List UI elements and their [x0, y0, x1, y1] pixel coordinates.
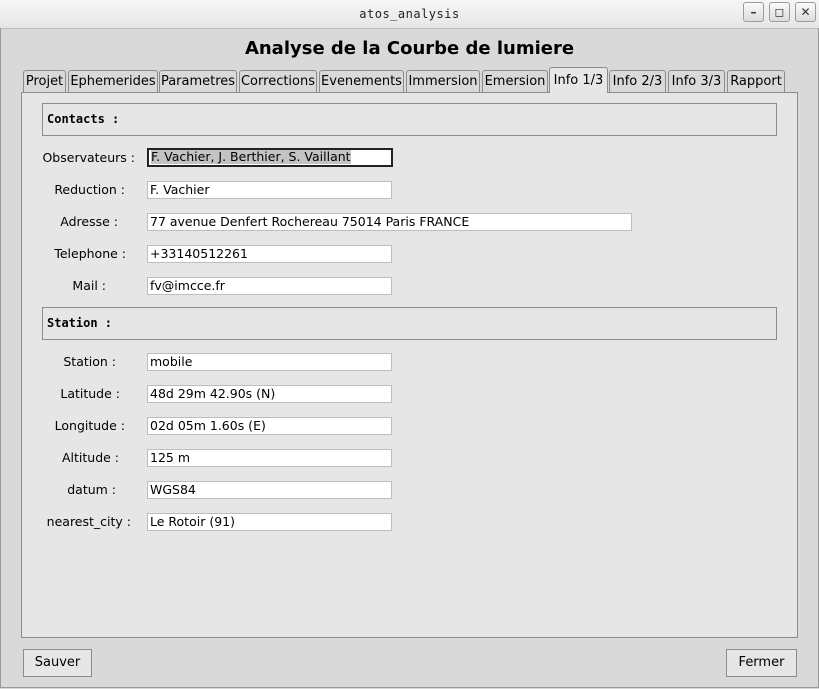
telephone-input[interactable]: +33140512261 — [147, 245, 392, 263]
contacts-header: Contacts : — [42, 103, 777, 136]
nearest-city-input[interactable]: Le Rotoir (91) — [147, 513, 392, 531]
tab-emersion[interactable]: Emersion — [482, 70, 548, 92]
save-button[interactable]: Sauver — [23, 649, 92, 677]
tab-panel — [21, 92, 798, 638]
latitude-label: Latitude : — [60, 386, 120, 401]
window-title: atos_analysis — [359, 7, 460, 21]
tab-projet[interactable]: Projet — [23, 70, 66, 92]
longitude-input[interactable]: 02d 05m 1.60s (E) — [147, 417, 392, 435]
altitude-label: Altitude : — [61, 450, 119, 465]
longitude-label: Longitude : — [54, 418, 125, 433]
station-input[interactable]: mobile — [147, 353, 392, 371]
datum-label: datum : — [67, 482, 116, 497]
observateurs-value: F. Vachier, J. Berthier, S. Vaillant — [151, 149, 351, 164]
adresse-input[interactable]: 77 avenue Denfert Rochereau 75014 Paris … — [147, 213, 632, 231]
tab-evenements[interactable]: Evenements — [319, 70, 404, 92]
tab-parametres[interactable]: Parametres — [159, 70, 237, 92]
telephone-label: Telephone : — [54, 246, 126, 261]
datum-input[interactable]: WGS84 — [147, 481, 392, 499]
tab-info-3[interactable]: Info 3/3 — [668, 70, 725, 92]
tab-ephemerides[interactable]: Ephemerides — [68, 70, 158, 92]
maximize-icon[interactable]: ◻ — [769, 2, 790, 22]
tab-immersion[interactable]: Immersion — [406, 70, 480, 92]
tab-info-1[interactable]: Info 1/3 — [549, 67, 608, 93]
observateurs-input[interactable]: F. Vachier, J. Berthier, S. Vaillant — [147, 148, 393, 167]
tab-rapport[interactable]: Rapport — [727, 70, 785, 92]
altitude-input[interactable]: 125 m — [147, 449, 392, 467]
tab-corrections[interactable]: Corrections — [239, 70, 317, 92]
window-titlebar: atos_analysis – ◻ ✕ — [0, 0, 819, 29]
mail-label: Mail : — [72, 278, 106, 293]
observateurs-label: Observateurs : — [42, 150, 135, 165]
page-title: Analyse de la Courbe de lumiere — [244, 38, 575, 59]
mail-input[interactable]: fv@imcce.fr — [147, 277, 392, 295]
nearest-city-label: nearest_city : — [46, 514, 131, 529]
close-icon[interactable]: ✕ — [795, 2, 816, 22]
station-header: Station : — [42, 307, 777, 340]
latitude-input[interactable]: 48d 29m 42.90s (N) — [147, 385, 392, 403]
reduction-input[interactable]: F. Vachier — [147, 181, 392, 199]
minimize-icon[interactable]: – — [743, 2, 764, 22]
reduction-label: Reduction : — [54, 182, 125, 197]
adresse-label: Adresse : — [60, 214, 118, 229]
tab-info-2[interactable]: Info 2/3 — [609, 70, 666, 92]
close-button[interactable]: Fermer — [726, 649, 797, 677]
station-label: Station : — [63, 354, 116, 369]
